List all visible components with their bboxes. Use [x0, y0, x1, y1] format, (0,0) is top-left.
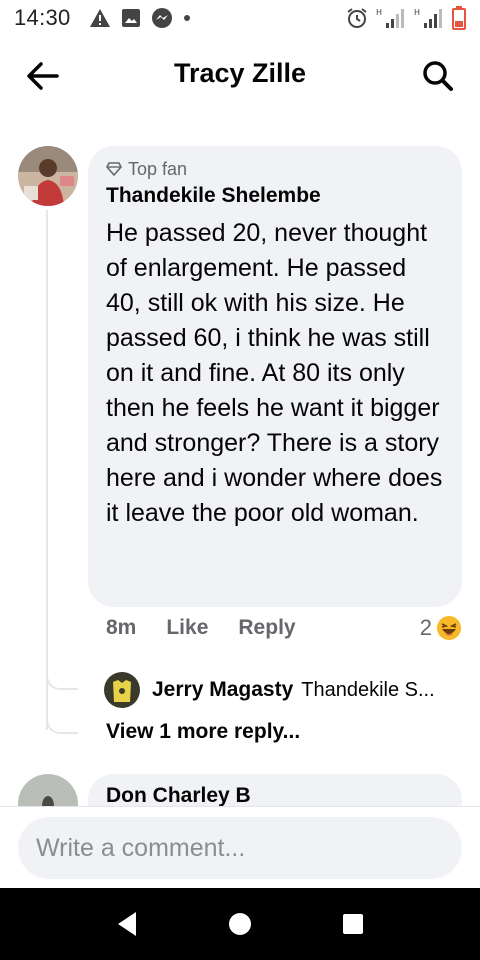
status-time: 14:30: [14, 5, 71, 30]
reaction-count[interactable]: 2: [420, 615, 462, 641]
comment-thread: Top fan Thandekile Shelembe He passed 20…: [0, 114, 480, 806]
system-nav-bar: [0, 888, 480, 960]
back-triangle-icon: [117, 912, 136, 936]
messenger-icon: [151, 7, 173, 29]
home-circle-icon: [228, 913, 251, 935]
comment-author[interactable]: Don Charley B: [106, 784, 444, 806]
thread-line: [46, 210, 48, 730]
nav-back-button[interactable]: [107, 904, 147, 944]
profile-photo-icon: [104, 672, 140, 708]
comment-text: He passed 20, never thought of enlargeme…: [106, 219, 443, 527]
thread-branch: [46, 712, 78, 734]
comment-actions: 8m Like Reply: [106, 616, 296, 640]
diamond-icon: [106, 162, 122, 176]
comment-time[interactable]: 8m: [106, 616, 136, 640]
recents-square-icon: [343, 914, 364, 934]
top-fan-badge: Top fan: [106, 158, 444, 180]
comment-bubble[interactable]: Top fan Thandekile Shelembe He passed 20…: [88, 146, 462, 607]
dot-icon: [183, 14, 191, 22]
like-button[interactable]: Like: [166, 616, 208, 640]
reply-preview-row[interactable]: Jerry Magasty Thandekile S...: [104, 672, 464, 708]
reply-preview-text: Thandekile S...: [301, 678, 435, 701]
signal-h2-icon: H: [414, 7, 444, 29]
search-button[interactable]: [418, 58, 458, 94]
status-system-icons: H H: [346, 6, 466, 30]
status-notification-icons: [89, 7, 191, 29]
view-more-replies[interactable]: View 1 more reply...: [106, 720, 300, 744]
signal-h-icon: H: [376, 7, 406, 29]
profile-photo-icon: [18, 774, 78, 806]
reply-author[interactable]: Jerry Magasty: [152, 678, 293, 702]
comment-author[interactable]: Thandekile Shelembe: [106, 184, 444, 212]
alarm-icon: [346, 7, 368, 29]
reaction-count-value: 2: [419, 615, 432, 640]
comment-composer: [0, 806, 480, 888]
image-icon: [121, 8, 141, 28]
page-title: Tracy Zille: [173, 58, 307, 88]
search-icon: [423, 61, 453, 91]
app-header: Tracy Zille: [0, 36, 480, 114]
svg-text:H: H: [376, 8, 382, 17]
nav-home-button[interactable]: [220, 904, 260, 944]
svg-text:H: H: [414, 8, 420, 17]
nav-recents-button[interactable]: [333, 904, 373, 944]
thread-branch: [46, 668, 78, 690]
profile-photo-icon: [18, 146, 78, 206]
comment-input[interactable]: [18, 817, 462, 879]
avatar[interactable]: [104, 672, 140, 708]
comment-bubble[interactable]: Don Charley B: [88, 774, 462, 806]
badge-label: Top fan: [128, 158, 188, 179]
avatar[interactable]: [18, 774, 78, 806]
avatar[interactable]: [18, 146, 78, 206]
haha-emoji-icon: [437, 616, 461, 640]
status-bar: 14:30 H H: [0, 0, 480, 36]
warning-icon: [89, 8, 111, 28]
battery-low-icon: [452, 6, 466, 30]
reply-button[interactable]: Reply: [238, 616, 295, 640]
